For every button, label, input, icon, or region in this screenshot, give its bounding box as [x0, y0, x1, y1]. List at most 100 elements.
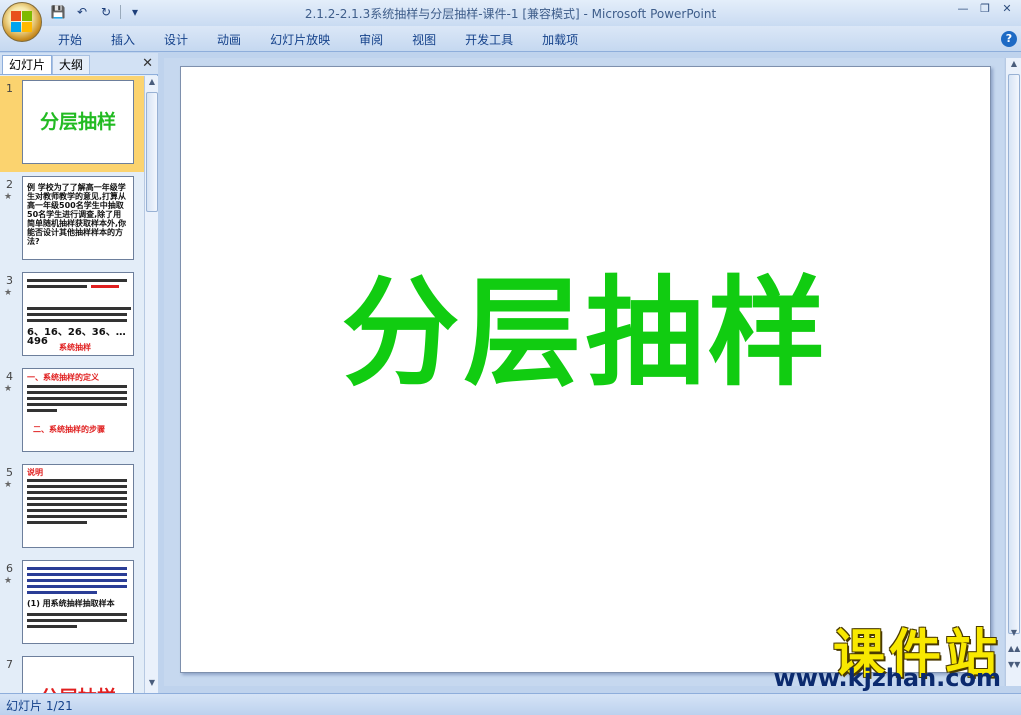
tab-design[interactable]: 设计: [152, 30, 200, 50]
office-button[interactable]: [2, 2, 42, 42]
status-bar: 幻灯片 1/21: [0, 693, 1021, 715]
tab-developer[interactable]: 开发工具: [453, 30, 525, 50]
animation-star-icon: ★: [4, 480, 13, 490]
tab-slides[interactable]: 幻灯片: [2, 55, 53, 74]
close-icon[interactable]: ✕: [999, 2, 1015, 16]
text-line: [27, 319, 127, 322]
slide-counter: 幻灯片 1/21: [6, 699, 73, 713]
text-line: [27, 613, 127, 616]
slide-editor: 分层抽样: [164, 58, 1004, 686]
tab-addins[interactable]: 加载项: [530, 30, 590, 50]
tab-review[interactable]: 审阅: [347, 30, 395, 50]
scroll-up-icon[interactable]: ▲: [146, 77, 158, 91]
panel-tabs: 幻灯片 大纲 ✕: [0, 53, 158, 75]
thumbnail-row[interactable]: 4 ★ 一、系统抽样的定义 二、系统抽样的步骤: [0, 364, 144, 460]
text-line: [27, 409, 57, 412]
text-line: [27, 591, 97, 594]
minimize-icon[interactable]: —: [955, 2, 971, 16]
text-line: [27, 391, 127, 394]
ribbon-tab-bar: 开始 插入 设计 动画 幻灯片放映 审阅 视图 开发工具 加载项 ?: [0, 26, 1021, 52]
text-line: [27, 515, 127, 518]
text-line: [27, 285, 87, 288]
restore-icon[interactable]: ❐: [977, 2, 993, 16]
thumbnail-text: (1) 用系统抽样抽取样本: [27, 599, 115, 608]
slide-number: 7: [6, 658, 13, 671]
slide-number: 4: [6, 370, 13, 383]
slide-thumbnail[interactable]: 分层抽样: [22, 656, 134, 693]
text-line: [27, 619, 127, 622]
scroll-thumb[interactable]: [1008, 74, 1020, 634]
slide-scrollbar[interactable]: ▲ ▼ ▲▲ ▼▼: [1005, 58, 1021, 686]
slide-thumbnail[interactable]: 分层抽样: [22, 80, 134, 164]
slide-thumbnail[interactable]: 一、系统抽样的定义 二、系统抽样的步骤: [22, 368, 134, 452]
window-controls: — ❐ ✕: [955, 2, 1015, 16]
text-line: [27, 397, 127, 400]
text-line: [27, 585, 127, 588]
animation-star-icon: ★: [4, 288, 13, 298]
slide-number: 6: [6, 562, 13, 575]
window-title: 2.1.2-2.1.3系统抽样与分层抽样-课件-1 [兼容模式] - Micro…: [304, 7, 717, 21]
text-line: [27, 509, 127, 512]
tab-insert[interactable]: 插入: [99, 30, 147, 50]
text-line: [27, 579, 127, 582]
text-line: [27, 313, 127, 316]
thumbnail-list: 1 分层抽样 2 ★ 例 学校为了了解高一年级学生对教师教学的意见,打算从高一年…: [0, 76, 144, 693]
tab-slideshow[interactable]: 幻灯片放映: [258, 30, 342, 50]
thumbnail-row[interactable]: 7 分层抽样: [0, 652, 144, 693]
text-line: [27, 403, 127, 406]
scroll-up-icon[interactable]: ▲: [1008, 59, 1020, 73]
thumbnail-heading: 一、系统抽样的定义: [27, 373, 99, 382]
thumbnail-heading: 说明: [27, 468, 43, 477]
thumbnail-row[interactable]: 1 分层抽样: [0, 76, 144, 172]
thumbnail-row[interactable]: 2 ★ 例 学校为了了解高一年级学生对教师教学的意见,打算从高一年级500名学生…: [0, 172, 144, 268]
text-line: [27, 485, 127, 488]
current-slide[interactable]: 分层抽样: [180, 66, 991, 673]
slide-thumbnail[interactable]: 说明: [22, 464, 134, 548]
tab-outline[interactable]: 大纲: [52, 55, 91, 74]
thumbnail-title: 分层抽样: [23, 683, 133, 693]
tab-view[interactable]: 视图: [400, 30, 448, 50]
scroll-down-icon[interactable]: ▼: [146, 678, 158, 692]
scroll-down-icon[interactable]: ▼: [1008, 628, 1020, 642]
slide-title[interactable]: 分层抽样: [181, 237, 990, 408]
animation-star-icon: ★: [4, 384, 13, 394]
slide-thumbnail[interactable]: 6、16、26、36、…496 系统抽样: [22, 272, 134, 356]
text-line: [27, 385, 127, 388]
thumbnail-row[interactable]: 6 ★ (1) 用系统抽样抽取样本: [0, 556, 144, 652]
tab-home[interactable]: 开始: [46, 30, 94, 50]
slide-thumbnail[interactable]: (1) 用系统抽样抽取样本: [22, 560, 134, 644]
text-line: [27, 573, 127, 576]
thumbnail-text: 例 学校为了了解高一年级学生对教师教学的意见,打算从高一年级500名学生中抽取5…: [27, 183, 127, 246]
ribbon-tabs: 开始 插入 设计 动画 幻灯片放映 审阅 视图 开发工具 加载项: [46, 30, 595, 50]
title-bar: 💾 ↶ ↻ ▾ 2.1.2-2.1.3系统抽样与分层抽样-课件-1 [兼容模式]…: [0, 0, 1021, 26]
watermark-url: www.kjzhan.com: [773, 664, 1001, 692]
slide-number: 2: [6, 178, 13, 191]
animation-star-icon: ★: [4, 576, 13, 586]
thumbnail-heading: 二、系统抽样的步骤: [33, 425, 105, 434]
text-line: [27, 521, 87, 524]
tab-animations[interactable]: 动画: [205, 30, 253, 50]
text-line: [27, 479, 127, 482]
scroll-thumb[interactable]: [146, 92, 158, 212]
slides-panel: 幻灯片 大纲 ✕ 1 分层抽样 2 ★ 例 学校为了了解高一年级学生对教师教学的…: [0, 53, 158, 693]
thumbnail-title: 分层抽样: [39, 111, 116, 133]
close-panel-icon[interactable]: ✕: [142, 56, 153, 71]
thumbnail-row[interactable]: 5 ★ 说明: [0, 460, 144, 556]
thumbnail-label: 系统抽样: [59, 343, 91, 352]
text-line: [27, 625, 77, 628]
slide-number: 1: [6, 82, 13, 95]
slide-number: 5: [6, 466, 13, 479]
text-line: [27, 503, 127, 506]
text-line: [27, 307, 131, 310]
text-line: [27, 279, 127, 282]
previous-slide-icon[interactable]: ▲▲: [1008, 644, 1020, 658]
thumbnail-row[interactable]: 3 ★ 6、16、26、36、…496 系统抽样: [0, 268, 144, 364]
text-line: [27, 497, 127, 500]
help-icon[interactable]: ?: [1001, 31, 1017, 47]
slide-thumbnail[interactable]: 例 学校为了了解高一年级学生对教师教学的意见,打算从高一年级500名学生中抽取5…: [22, 176, 134, 260]
thumbnail-scrollbar[interactable]: ▲ ▼: [144, 76, 158, 693]
text-line: [91, 285, 119, 288]
text-line: [27, 491, 127, 494]
animation-star-icon: ★: [4, 192, 13, 202]
next-slide-icon[interactable]: ▼▼: [1008, 660, 1020, 674]
